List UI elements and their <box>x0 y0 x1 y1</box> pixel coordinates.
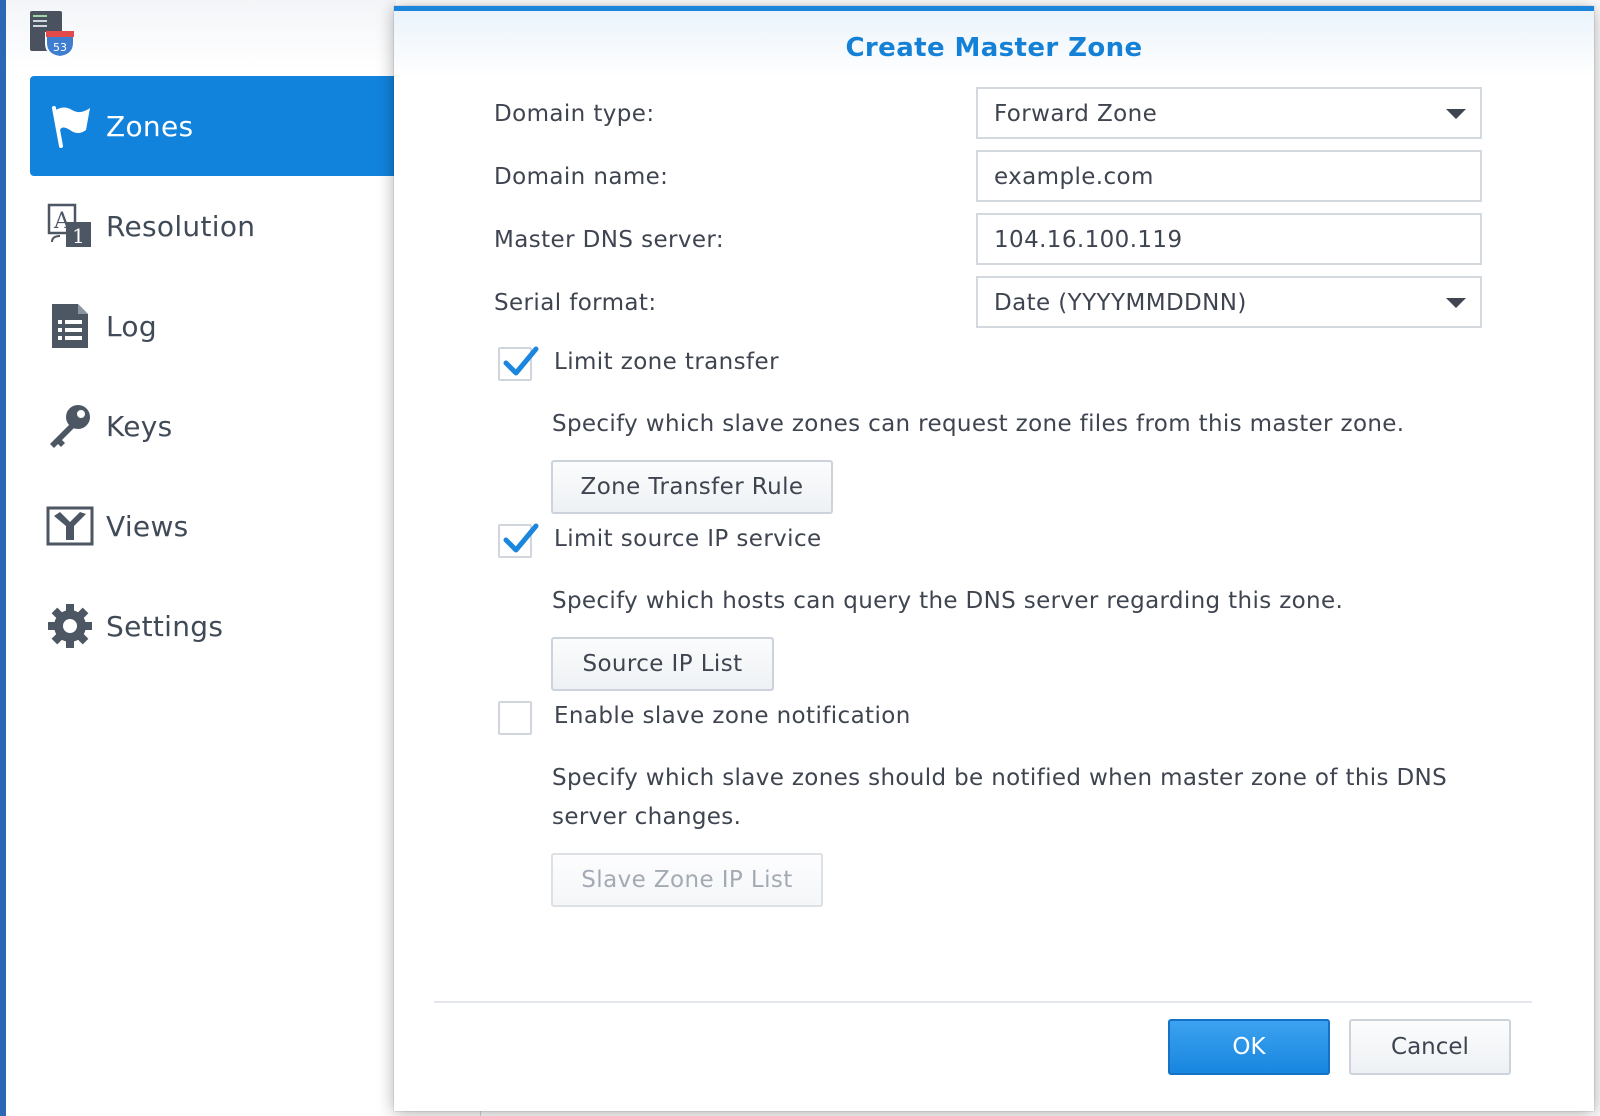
sidebar-item-label: Log <box>106 309 157 343</box>
domain-type-row: Domain type: Forward Zone <box>494 87 1482 143</box>
sidebar-item-zones[interactable]: Zones <box>30 76 396 176</box>
domain-type-label: Domain type: <box>494 101 655 127</box>
serial-format-row: Serial format: Date (YYYYMMDDNN) <box>494 276 1482 332</box>
limit-source-ip-option: Limit source IP service <box>498 523 1398 564</box>
slave-notification-label: Enable slave zone notification <box>554 703 911 729</box>
sidebar-item-views[interactable]: Views <box>30 476 396 576</box>
master-dns-value: 104.16.100.119 <box>994 227 1183 253</box>
sidebar-item-log[interactable]: Log <box>30 276 396 376</box>
chevron-down-icon <box>1446 109 1466 119</box>
serial-format-value: Date (YYYYMMDDNN) <box>994 290 1247 316</box>
serial-format-select[interactable]: Date (YYYYMMDDNN) <box>976 276 1482 328</box>
gear-icon <box>46 602 94 650</box>
sidebar-item-label: Zones <box>106 109 194 143</box>
domain-name-value: example.com <box>994 164 1154 190</box>
app-icon-badge: 53 <box>53 41 67 54</box>
slave-notification-option: Enable slave zone notification <box>498 701 1398 741</box>
limit-zone-transfer-checkbox[interactable] <box>498 346 539 381</box>
log-icon <box>46 302 94 350</box>
sidebar-header: 53 <box>6 0 396 70</box>
slave-zone-ip-list-button[interactable]: Slave Zone IP List <box>551 853 823 907</box>
domain-name-row: Domain name: example.com <box>494 150 1482 206</box>
domain-type-value: Forward Zone <box>994 101 1158 127</box>
master-dns-label: Master DNS server: <box>494 227 725 253</box>
slave-notification-checkbox[interactable] <box>498 701 532 735</box>
checkmark-icon <box>503 523 539 553</box>
domain-name-input[interactable]: example.com <box>976 150 1482 202</box>
sidebar-item-label: Settings <box>106 609 224 643</box>
domain-type-select[interactable]: Forward Zone <box>976 87 1482 139</box>
create-master-zone-dialog: Create Master Zone Domain type: Forward … <box>394 6 1594 1111</box>
master-dns-input[interactable]: 104.16.100.119 <box>976 213 1482 265</box>
key-icon <box>46 402 94 450</box>
limit-zone-transfer-description: Specify which slave zones can request zo… <box>552 411 1405 437</box>
zone-transfer-rule-button[interactable]: Zone Transfer Rule <box>551 460 833 514</box>
sidebar: 53 Zones A 1 Resolution Log Keys Views S… <box>6 0 396 1116</box>
limit-zone-transfer-option: Limit zone transfer <box>498 346 1398 387</box>
serial-format-label: Serial format: <box>494 290 657 316</box>
footer-divider <box>434 1001 1532 1003</box>
sidebar-item-label: Keys <box>106 409 173 443</box>
dialog-title: Create Master Zone <box>845 33 1143 63</box>
svg-text:1: 1 <box>72 224 85 248</box>
cancel-button[interactable]: Cancel <box>1349 1019 1511 1075</box>
flag-icon <box>46 102 94 150</box>
limit-source-ip-description: Specify which hosts can query the DNS se… <box>552 588 1344 614</box>
limit-source-ip-label: Limit source IP service <box>554 526 822 552</box>
views-icon <box>46 502 94 550</box>
ok-button[interactable]: OK <box>1168 1019 1330 1075</box>
limit-zone-transfer-label: Limit zone transfer <box>554 349 779 375</box>
dns-server-app-icon: 53 <box>30 11 78 59</box>
master-dns-row: Master DNS server: 104.16.100.119 <box>494 213 1482 269</box>
chevron-down-icon <box>1446 298 1466 308</box>
checkmark-icon <box>503 346 539 376</box>
source-ip-list-button[interactable]: Source IP List <box>551 637 774 691</box>
sidebar-item-resolution[interactable]: A 1 Resolution <box>30 176 396 276</box>
dialog-header: Create Master Zone <box>394 11 1594 77</box>
sidebar-nav: Zones A 1 Resolution Log Keys Views Sett… <box>30 76 396 676</box>
domain-name-label: Domain name: <box>494 164 669 190</box>
background-panel-edge <box>1594 0 1600 1116</box>
slave-notification-description: Specify which slave zones should be noti… <box>552 765 1448 830</box>
sidebar-item-label: Resolution <box>106 209 256 243</box>
limit-source-ip-checkbox[interactable] <box>498 523 539 558</box>
sidebar-item-settings[interactable]: Settings <box>30 576 396 676</box>
resolution-icon: A 1 <box>46 202 94 250</box>
sidebar-item-keys[interactable]: Keys <box>30 376 396 476</box>
sidebar-item-label: Views <box>106 509 189 543</box>
